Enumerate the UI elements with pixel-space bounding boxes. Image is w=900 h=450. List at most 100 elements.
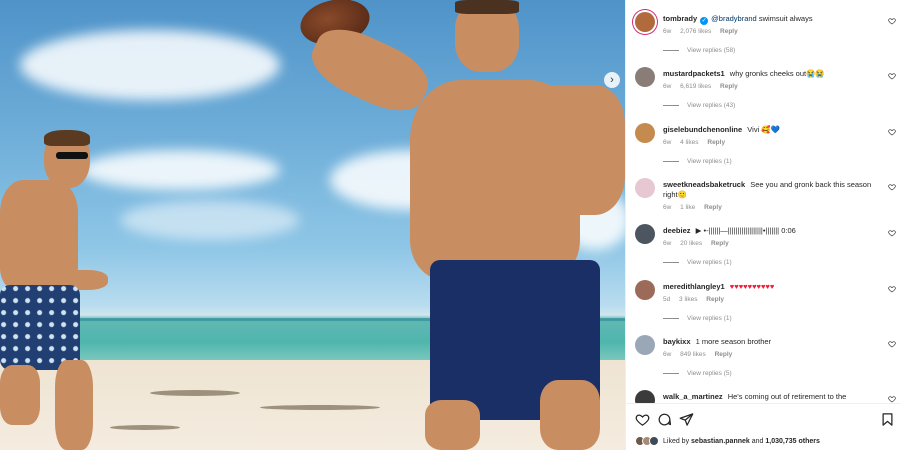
comments-list[interactable]: tombrady ✓ @bradybrand swimsuit always 6w …: [626, 0, 900, 403]
comment-text: ♥♥♥♥♥♥♥♥♥♥: [729, 282, 775, 291]
comment-username[interactable]: baykixx: [663, 337, 691, 346]
seaweed: [110, 425, 180, 430]
comment-body: walk_a_martinez He's coming out of retir…: [663, 392, 878, 402]
divider: [663, 105, 679, 106]
comment-username[interactable]: tombrady: [663, 14, 697, 23]
sunglasses: [56, 152, 88, 159]
view-replies-label: View replies (1): [687, 158, 732, 165]
divider: [663, 262, 679, 263]
comment-body: mustardpackets1 why gronks cheeks out😭😭: [663, 69, 878, 79]
liker-avatar: [649, 436, 659, 446]
comment-text: 1 more season brother: [695, 337, 772, 346]
seaweed: [150, 390, 240, 396]
comment-text: Vivi 🥰💙: [747, 125, 780, 134]
avatar[interactable]: [635, 390, 655, 403]
hair: [44, 130, 90, 146]
comment-heart-icon[interactable]: [888, 183, 896, 191]
comment-username[interactable]: deebiez: [663, 226, 691, 235]
comment-likes[interactable]: 849 likes: [680, 351, 706, 358]
post-photo[interactable]: ›: [0, 0, 625, 450]
comment-meta: 5d 3 likes Reply: [663, 296, 731, 303]
cloud: [20, 30, 280, 100]
comment-heart-icon[interactable]: [888, 72, 896, 80]
comment-age: 6w: [663, 139, 672, 146]
comment-username[interactable]: giselebundchenonline: [663, 125, 742, 134]
comment-likes[interactable]: 4 likes: [680, 139, 698, 146]
send-icon[interactable]: [679, 412, 694, 427]
avatar[interactable]: [635, 335, 655, 355]
heart-icon[interactable]: [635, 412, 650, 427]
leg: [55, 360, 93, 450]
bookmark-icon[interactable]: [880, 412, 895, 427]
swim-shorts: [0, 285, 80, 370]
comment-likes[interactable]: 6,619 likes: [680, 83, 711, 90]
comment-heart-icon[interactable]: [888, 395, 896, 403]
reply-button[interactable]: Reply: [711, 240, 729, 247]
divider: [663, 373, 679, 374]
chevron-right-icon: ›: [610, 74, 614, 86]
comment-username[interactable]: walk_a_martinez: [663, 392, 723, 401]
comment-username[interactable]: meredithlangley1: [663, 282, 725, 291]
comment-age: 6w: [663, 240, 672, 247]
comment-heart-icon[interactable]: [888, 340, 896, 348]
liked-by[interactable]: Liked by sebastian.pannek and 1,030,735 …: [635, 436, 820, 446]
reply-button[interactable]: Reply: [706, 296, 724, 303]
post-viewer: › tombrady ✓ @bradybrand swimsuit always 6…: [0, 0, 900, 450]
comment-meta: 6w 849 likes Reply: [663, 351, 739, 358]
comment-heart-icon[interactable]: [888, 285, 896, 293]
comment-heart-icon[interactable]: [888, 229, 896, 237]
avatar[interactable]: [635, 67, 655, 87]
comment-meta: 6w 6,619 likes Reply: [663, 83, 745, 90]
view-replies-button[interactable]: View replies (5): [663, 370, 732, 377]
comment-likes[interactable]: 3 likes: [679, 296, 697, 303]
comments-panel: tombrady ✓ @bradybrand swimsuit always 6w …: [625, 0, 900, 450]
reply-button[interactable]: Reply: [715, 351, 733, 358]
comment-likes[interactable]: 2,076 likes: [680, 28, 711, 35]
comment-age: 6w: [663, 351, 672, 358]
view-replies-button[interactable]: View replies (1): [663, 158, 732, 165]
view-replies-button[interactable]: View replies (43): [663, 102, 735, 109]
action-bar: Liked by sebastian.pannek and 1,030,735 …: [626, 403, 900, 450]
comment-likes[interactable]: 20 likes: [680, 240, 702, 247]
view-replies-button[interactable]: View replies (1): [663, 315, 732, 322]
liked-by-count[interactable]: 1,030,735 others: [765, 438, 819, 445]
comment-body: meredithlangley1 ♥♥♥♥♥♥♥♥♥♥: [663, 282, 878, 292]
avatar[interactable]: [635, 12, 655, 32]
comment-body: baykixx 1 more season brother: [663, 337, 878, 347]
comment-age: 6w: [663, 204, 672, 211]
comment-age: 6w: [663, 83, 672, 90]
comment-text: why gronks cheeks out😭😭: [729, 69, 825, 78]
comment-heart-icon[interactable]: [888, 17, 896, 25]
reply-button[interactable]: Reply: [704, 204, 722, 211]
comment-text[interactable]: ▶ •-||||||—||||||||||||||||||•||||||| 0:…: [696, 226, 796, 235]
comment-age: 5d: [663, 296, 671, 303]
avatar[interactable]: [635, 123, 655, 143]
view-replies-button[interactable]: View replies (58): [663, 47, 735, 54]
avatar[interactable]: [635, 178, 655, 198]
reply-button[interactable]: Reply: [707, 139, 725, 146]
carousel-next-button[interactable]: ›: [604, 72, 620, 88]
cloud: [120, 200, 300, 240]
left-arm: [525, 85, 625, 215]
mention-link[interactable]: @bradybrand: [711, 14, 757, 23]
comment-username[interactable]: sweetkneadsbaketruck: [663, 180, 745, 189]
liked-by-and: and: [751, 437, 764, 445]
liked-by-user[interactable]: sebastian.pannek: [691, 438, 750, 445]
divider: [663, 161, 679, 162]
comment-body: tombrady ✓ @bradybrand swimsuit always: [663, 14, 878, 25]
reply-button[interactable]: Reply: [720, 28, 738, 35]
comment-icon[interactable]: [657, 412, 672, 427]
comment-heart-icon[interactable]: [888, 128, 896, 136]
view-replies-label: View replies (5): [687, 370, 732, 377]
comment-username[interactable]: mustardpackets1: [663, 69, 725, 78]
verified-badge-icon: ✓: [700, 17, 709, 25]
avatar[interactable]: [635, 224, 655, 244]
avatar[interactable]: [635, 280, 655, 300]
comment-text: swimsuit always: [758, 14, 813, 23]
person-left: [0, 130, 110, 450]
view-replies-button[interactable]: View replies (1): [663, 259, 732, 266]
person-right: [302, 0, 625, 450]
reply-button[interactable]: Reply: [720, 83, 738, 90]
comment-text: He's coming out of retirement to the: [727, 392, 847, 401]
comment-likes[interactable]: 1 like: [680, 204, 695, 211]
